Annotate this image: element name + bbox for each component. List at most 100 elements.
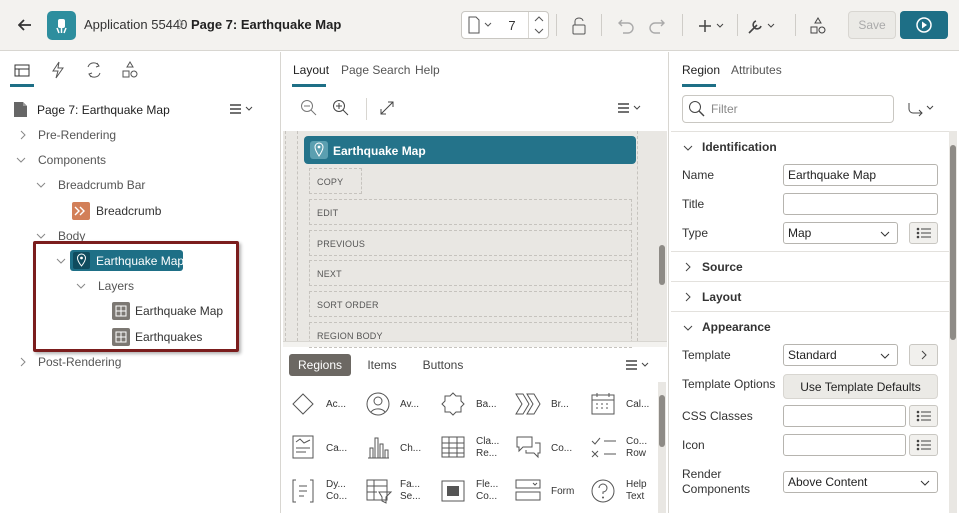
faceted-search-icon[interactable] [365, 478, 393, 504]
group-appearance[interactable]: Appearance [671, 311, 949, 341]
content-row-icon[interactable] [590, 434, 618, 460]
tab-attributes[interactable]: Attributes [731, 63, 782, 77]
page-number-input[interactable]: 7 [497, 12, 527, 38]
gallery-line-2: Se... [400, 491, 421, 502]
run-page-button[interactable] [900, 11, 948, 39]
gallery-item-label: Ca... [326, 443, 348, 454]
group-source[interactable]: Source [671, 251, 949, 281]
page-node[interactable]: Page 7: Earthquake Map [37, 103, 170, 117]
zoom-in-icon[interactable] [332, 99, 350, 117]
properties-scrollbar-thumb[interactable] [950, 145, 956, 340]
gallery-line-1: Co... [626, 436, 648, 447]
chevron-right-icon[interactable] [18, 357, 28, 367]
dynamic-content-icon[interactable] [290, 478, 316, 504]
tree-item-pre-rendering[interactable]: Pre-Rendering [38, 128, 116, 142]
render-components-value: Above Content [788, 475, 868, 489]
tree-item-post-rendering[interactable]: Post-Rendering [38, 355, 121, 369]
lock-page-icon[interactable] [568, 15, 590, 37]
list-picker-icon[interactable] [909, 405, 938, 427]
icon-field[interactable] [783, 434, 906, 456]
chevron-right-icon[interactable] [18, 130, 28, 140]
zoom-out-icon[interactable] [300, 99, 318, 117]
form-icon[interactable] [514, 478, 542, 504]
badge-icon[interactable] [440, 391, 466, 417]
gallery-item-label: Dy... Co... [326, 479, 347, 503]
title-field[interactable] [783, 193, 938, 215]
create-menu-icon[interactable] [697, 15, 727, 37]
gallery-menu-icon[interactable] [625, 358, 653, 372]
canvas-scrollbar-thumb[interactable] [659, 245, 665, 285]
tab-page-search[interactable]: Page Search [341, 63, 410, 77]
breadcrumb-icon[interactable] [514, 391, 542, 417]
tab-help[interactable]: Help [415, 63, 440, 77]
undo-icon[interactable] [615, 15, 637, 37]
rendering-tree-icon[interactable] [12, 60, 32, 80]
back-arrow-icon[interactable] [15, 15, 35, 35]
slot-copy[interactable]: COPY [309, 168, 362, 194]
gallery-item-label: Ch... [400, 443, 422, 454]
chevron-down-icon[interactable] [16, 155, 26, 165]
tab-layout[interactable]: Layout [293, 63, 329, 77]
tree-item-breadcrumb-bar[interactable]: Breadcrumb Bar [58, 178, 145, 192]
page-icon[interactable] [468, 16, 494, 34]
page-stepper[interactable] [528, 12, 548, 38]
gallery-item-label: Co... Row [626, 436, 647, 460]
shared-components-icon[interactable] [120, 60, 140, 80]
go-to-group-icon[interactable] [907, 101, 937, 117]
slot-next[interactable]: NEXT [309, 260, 632, 286]
application-link[interactable]: Application 55440 [84, 17, 187, 32]
type-value: Map [788, 226, 812, 240]
label-render-components: Render Components [682, 467, 750, 497]
dynamic-actions-icon[interactable] [48, 60, 68, 80]
processing-icon[interactable] [84, 60, 104, 80]
region-header[interactable]: Earthquake Map [304, 136, 636, 164]
slot-sort-order[interactable]: SORT ORDER [309, 291, 632, 317]
save-button[interactable]: Save [848, 11, 896, 39]
chevron-down-icon[interactable] [36, 231, 46, 241]
chevron-right-icon[interactable] [909, 344, 938, 366]
card-icon[interactable] [290, 434, 316, 460]
chart-icon[interactable] [365, 434, 391, 460]
tree-item-components[interactable]: Components [38, 153, 106, 167]
classic-report-icon[interactable] [440, 434, 466, 460]
tab-buttons[interactable]: Buttons [418, 354, 468, 376]
avatar-icon[interactable] [365, 391, 391, 417]
tab-regions[interactable]: Regions [289, 354, 351, 376]
template-select[interactable]: Standard [783, 344, 898, 366]
label-icon: Icon [682, 438, 705, 452]
tree-menu-icon[interactable] [229, 102, 257, 116]
shared-components-icon[interactable] [807, 15, 829, 37]
group-title: Identification [702, 140, 777, 154]
gallery-line-2: Re... [476, 448, 498, 459]
flex-container-icon[interactable] [440, 478, 466, 504]
active-tab-indicator [682, 84, 716, 87]
gallery-line-1: Fle... [476, 479, 499, 490]
expand-icon[interactable] [379, 100, 395, 116]
layout-menu-icon[interactable] [617, 101, 645, 115]
use-template-defaults-button[interactable]: Use Template Defaults [783, 374, 938, 399]
type-select[interactable]: Map [783, 222, 898, 244]
gallery-scrollbar-thumb[interactable] [659, 395, 665, 447]
render-components-select[interactable]: Above Content [783, 471, 938, 493]
app-logo-icon[interactable] [47, 11, 76, 40]
calendar-icon[interactable] [590, 391, 616, 417]
utilities-wrench-icon[interactable] [746, 15, 778, 37]
tab-region[interactable]: Region [682, 63, 720, 77]
accordion-icon[interactable] [290, 391, 316, 417]
tab-items[interactable]: Items [361, 354, 403, 376]
comments-icon[interactable] [514, 434, 542, 460]
css-classes-field[interactable] [783, 405, 906, 427]
list-picker-icon[interactable] [909, 222, 938, 244]
slot-edit[interactable]: EDIT [309, 199, 632, 225]
list-picker-icon[interactable] [909, 434, 938, 456]
pane-splitter[interactable] [283, 341, 667, 347]
group-layout[interactable]: Layout [671, 281, 949, 311]
help-text-icon[interactable] [590, 478, 616, 504]
slot-previous[interactable]: PREVIOUS [309, 230, 632, 256]
group-identification[interactable]: Identification [671, 131, 949, 161]
canvas-scrollbar[interactable] [658, 131, 666, 341]
redo-icon[interactable] [646, 15, 668, 37]
chevron-down-icon[interactable] [36, 180, 46, 190]
name-field[interactable]: Earthquake Map [783, 164, 938, 186]
tree-item-breadcrumb[interactable]: Breadcrumb [96, 204, 161, 218]
